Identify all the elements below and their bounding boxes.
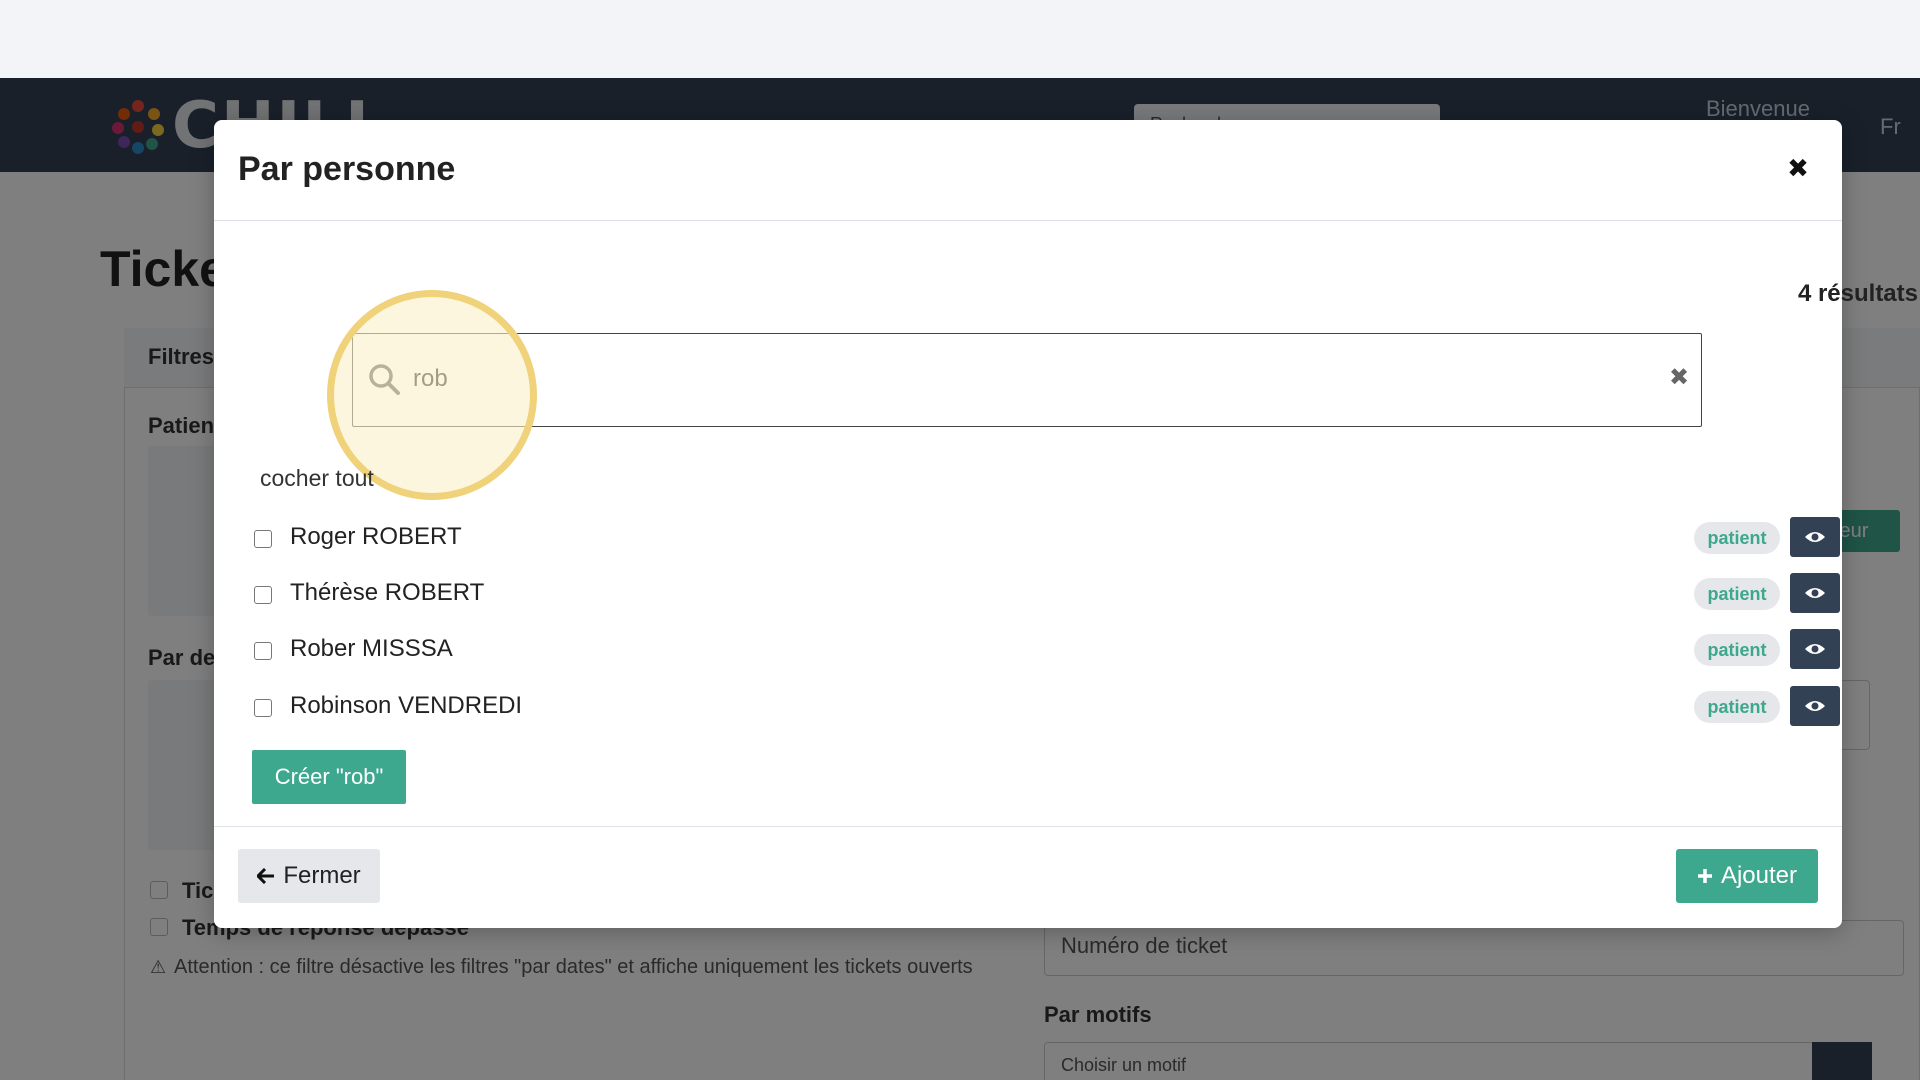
view-button[interactable] (1790, 573, 1840, 613)
modal-title: Par personne (238, 150, 456, 188)
plus-icon (1697, 869, 1712, 883)
result-name: Thérèse ROBERT (290, 579, 485, 606)
result-count: 4 résultats (1797, 280, 1918, 307)
type-badge: patient (1694, 691, 1780, 723)
result-name: Rober MISSSA (290, 635, 453, 662)
type-badge: patient (1694, 634, 1780, 666)
search-field[interactable]: ✖ (352, 333, 1702, 427)
add-button-label: Ajouter (1720, 862, 1798, 889)
result-row[interactable]: Thérèse ROBERT patient (254, 572, 1840, 620)
result-row[interactable]: Rober MISSSA patient (254, 628, 1840, 676)
modal-footer: Fermer Ajouter (214, 826, 1842, 928)
eye-icon (1805, 644, 1825, 654)
close-button-label: Fermer (283, 862, 361, 889)
result-checkbox[interactable] (254, 530, 272, 548)
result-checkbox[interactable] (254, 699, 272, 717)
search-icon (369, 364, 400, 395)
modal-header: Par personne ✖ (214, 120, 1842, 221)
check-all-link[interactable]: cocher tout (260, 465, 374, 492)
create-person-button[interactable]: Créer "rob" (252, 750, 406, 804)
arrow-left-icon (257, 868, 275, 884)
view-button[interactable] (1790, 629, 1840, 669)
eye-icon (1805, 588, 1825, 598)
result-name: Roger ROBERT (290, 523, 462, 550)
type-badge: patient (1694, 578, 1780, 610)
eye-icon (1805, 532, 1825, 542)
result-row[interactable]: Roger ROBERT patient (254, 516, 1840, 564)
clear-icon[interactable]: ✖ (1663, 362, 1695, 394)
view-button[interactable] (1790, 686, 1840, 726)
eye-icon (1805, 701, 1825, 711)
result-checkbox[interactable] (254, 586, 272, 604)
result-name: Robinson VENDREDI (290, 692, 523, 719)
add-button[interactable]: Ajouter (1676, 849, 1818, 903)
close-icon[interactable]: ✖ (1780, 150, 1816, 186)
person-picker-modal: Par personne ✖ 4 résultats ✖ cocher tout… (214, 120, 1918, 928)
browser-top-strip (0, 0, 1920, 78)
type-badge: patient (1694, 522, 1780, 554)
close-button[interactable]: Fermer (238, 849, 380, 903)
result-checkbox[interactable] (254, 642, 272, 660)
view-button[interactable] (1790, 517, 1840, 557)
search-input[interactable] (413, 354, 1613, 404)
result-row[interactable]: Robinson VENDREDI patient (254, 685, 1840, 733)
